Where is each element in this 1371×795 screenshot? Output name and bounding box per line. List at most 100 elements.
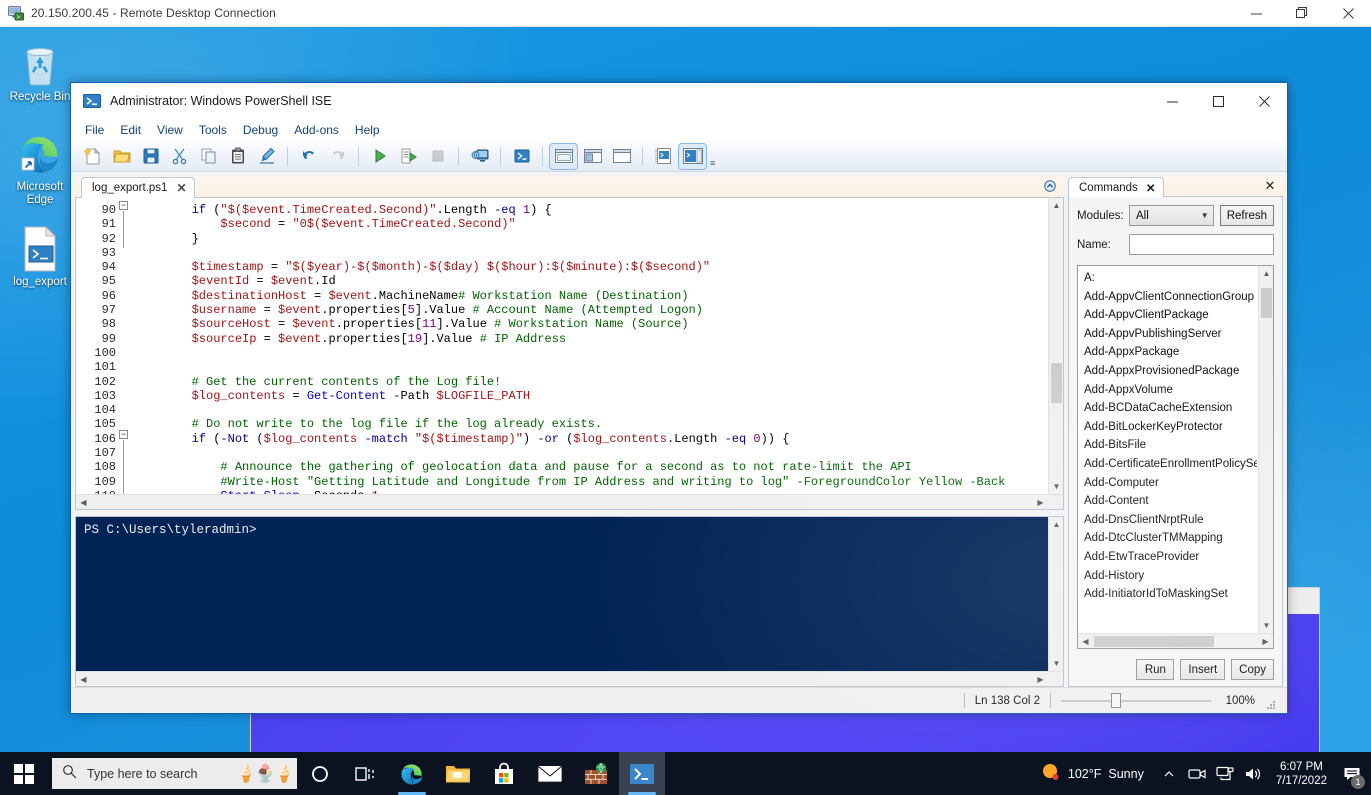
code-line[interactable]: # Do not write to the log file if the lo…: [134, 417, 1063, 431]
code-line[interactable]: [134, 246, 1063, 260]
console-vertical-scrollbar[interactable]: ▲ ▼: [1048, 517, 1063, 671]
browser-cta-button[interactable]: [1129, 620, 1277, 644]
menu-item-view[interactable]: View: [149, 121, 191, 139]
console-horizontal-scrollbar[interactable]: ◀ ▶: [76, 671, 1063, 686]
script-tab-log-export[interactable]: log_export.ps1 ✕: [81, 177, 195, 198]
command-list-item[interactable]: Add-AppvClientConnectionGroup: [1084, 288, 1257, 307]
editor-code-text[interactable]: if ("$($event.TimeCreated.Second)".Lengt…: [132, 198, 1063, 509]
console-pane[interactable]: PS C:\Users\tyleradmin> ▲ ▼ ◀ ▶: [75, 516, 1064, 687]
scroll-down-icon[interactable]: ▼: [1049, 656, 1064, 671]
code-line[interactable]: }: [134, 232, 1063, 246]
taskbar-button-mail[interactable]: [527, 752, 573, 795]
ise-menubar[interactable]: File Edit View Tools Debug Add-ons Help: [71, 119, 1287, 141]
menu-item-help[interactable]: Help: [347, 121, 388, 139]
command-list-item[interactable]: Add-BCDataCacheExtension: [1084, 399, 1257, 418]
console-output[interactable]: PS C:\Users\tyleradmin>: [76, 517, 1063, 686]
command-list-item[interactable]: Add-CertificateEnrollmentPolicyServe: [1084, 455, 1257, 474]
slider-knob[interactable]: [1111, 693, 1121, 708]
clear-console-icon[interactable]: [253, 144, 280, 169]
rdp-minimize-button[interactable]: [1233, 0, 1279, 27]
ise-close-button[interactable]: [1241, 83, 1287, 119]
new-powershell-tab-icon[interactable]: [508, 144, 535, 169]
stop-operation-icon[interactable]: [424, 144, 451, 169]
redo-icon[interactable]: [324, 144, 351, 169]
fold-toggle[interactable]: −: [119, 429, 128, 439]
scroll-left-icon[interactable]: ◀: [76, 495, 91, 509]
code-line[interactable]: [134, 446, 1063, 460]
taskbar-button-windows-defender-firewall[interactable]: [573, 752, 619, 795]
code-line[interactable]: # Announce the gathering of geolocation …: [134, 460, 1063, 474]
toolbar-overflow-button[interactable]: ≡: [710, 158, 715, 171]
clock[interactable]: 6:07 PM 7/17/2022: [1268, 760, 1335, 788]
commands-tab[interactable]: Commands ✕: [1068, 177, 1165, 197]
commands-tabstrip[interactable]: Commands ✕ ✕: [1068, 176, 1283, 197]
desktop-icon-recycle-bin[interactable]: Recycle Bin: [2, 40, 78, 104]
new-script-icon[interactable]: [79, 144, 106, 169]
code-line[interactable]: $eventId = $event.Id: [134, 274, 1063, 288]
commands-vertical-scrollbar[interactable]: ▲ ▼: [1258, 266, 1273, 633]
menu-item-tools[interactable]: Tools: [191, 121, 235, 139]
scroll-right-icon[interactable]: ▶: [1258, 634, 1273, 648]
commands-pane-close-button[interactable]: ✕: [1261, 177, 1279, 195]
save-icon[interactable]: [137, 144, 164, 169]
run-button[interactable]: Run: [1136, 659, 1175, 680]
editor-horizontal-scrollbar[interactable]: ◀ ▶: [76, 494, 1063, 509]
taskbar-button-microsoft-edge[interactable]: [389, 752, 435, 795]
scroll-right-icon[interactable]: ▶: [1033, 495, 1048, 509]
code-line[interactable]: $sourceHost = $event.properties[11].Valu…: [134, 317, 1063, 331]
layout-side-by-side-icon[interactable]: [579, 144, 606, 169]
command-list-item[interactable]: Add-Computer: [1084, 474, 1257, 493]
command-list-item[interactable]: Add-AppxPackage: [1084, 343, 1257, 362]
command-list-item[interactable]: Add-BitsFile: [1084, 436, 1257, 455]
scroll-up-icon[interactable]: ▲: [1049, 198, 1063, 213]
command-list-item[interactable]: Add-AppxProvisionedPackage: [1084, 362, 1257, 381]
network-icon[interactable]: [1212, 752, 1238, 795]
volume-icon[interactable]: [1240, 752, 1266, 795]
scroll-down-icon[interactable]: ▼: [1259, 618, 1273, 633]
script-tabstrip[interactable]: log_export.ps1 ✕: [75, 176, 1064, 198]
command-list-item[interactable]: Add-BitLockerKeyProtector: [1084, 418, 1257, 437]
meet-now-icon[interactable]: [1184, 752, 1210, 795]
command-list-item[interactable]: Add-InitiatorIdToMaskingSet: [1084, 585, 1257, 604]
run-selection-icon[interactable]: [395, 144, 422, 169]
code-line[interactable]: [134, 360, 1063, 374]
modules-select[interactable]: All ▼: [1129, 205, 1214, 226]
code-line[interactable]: $destinationHost = $event.MachineName# W…: [134, 289, 1063, 303]
scrollbar-thumb[interactable]: [1261, 288, 1272, 318]
commands-listbox[interactable]: A: Add-AppvClientConnectionGroup Add-AppvC…: [1077, 265, 1274, 649]
fold-toggle[interactable]: −: [119, 201, 128, 210]
rdp-close-button[interactable]: [1325, 0, 1371, 27]
desktop-icon-log-export[interactable]: log_export: [2, 225, 78, 289]
ise-toolbar[interactable]: ≡: [71, 141, 1287, 172]
copy-button[interactable]: Copy: [1231, 659, 1274, 680]
powershell-ise-window[interactable]: Administrator: Windows PowerShell ISE Fi…: [70, 82, 1288, 714]
new-remote-session-icon[interactable]: [466, 144, 493, 169]
run-script-icon[interactable]: [366, 144, 393, 169]
code-line[interactable]: [134, 403, 1063, 417]
commands-horizontal-scrollbar[interactable]: ◀ ▶: [1078, 633, 1273, 648]
script-editor-pane[interactable]: 90 91 92 93 94 95 96 97 98 99 100 101 102 103 104 105 10…: [75, 198, 1064, 510]
open-script-icon[interactable]: [108, 144, 135, 169]
copy-icon[interactable]: [195, 144, 222, 169]
command-list-item[interactable]: Add-History: [1084, 567, 1257, 586]
chevron-up-icon[interactable]: [1040, 177, 1060, 195]
taskbar-button-microsoft-store[interactable]: [481, 752, 527, 795]
code-line[interactable]: if ("$($event.TimeCreated.Second)".Lengt…: [134, 203, 1063, 217]
command-name-input[interactable]: [1129, 234, 1274, 255]
menu-item-file[interactable]: File: [77, 121, 112, 139]
refresh-button[interactable]: Refresh: [1219, 205, 1274, 226]
layout-maximized-icon[interactable]: [608, 144, 635, 169]
code-line[interactable]: # Get the current contents of the Log fi…: [134, 375, 1063, 389]
taskbar-button-file-explorer[interactable]: [435, 752, 481, 795]
command-list-item[interactable]: Add-DnsClientNrptRule: [1084, 511, 1257, 530]
zoom-slider[interactable]: [1061, 693, 1211, 708]
ise-titlebar[interactable]: Administrator: Windows PowerShell ISE: [71, 83, 1287, 119]
scroll-down-icon[interactable]: ▼: [1049, 479, 1063, 494]
menu-item-edit[interactable]: Edit: [112, 121, 149, 139]
taskbar-button-cortana[interactable]: [297, 752, 343, 795]
resize-grip[interactable]: [1265, 699, 1277, 711]
menu-item-add-ons[interactable]: Add-ons: [286, 121, 347, 139]
taskbar-button-task-view[interactable]: [343, 752, 389, 795]
layout-top-bottom-icon[interactable]: [549, 142, 578, 170]
show-hidden-icons-icon[interactable]: [1156, 752, 1182, 795]
